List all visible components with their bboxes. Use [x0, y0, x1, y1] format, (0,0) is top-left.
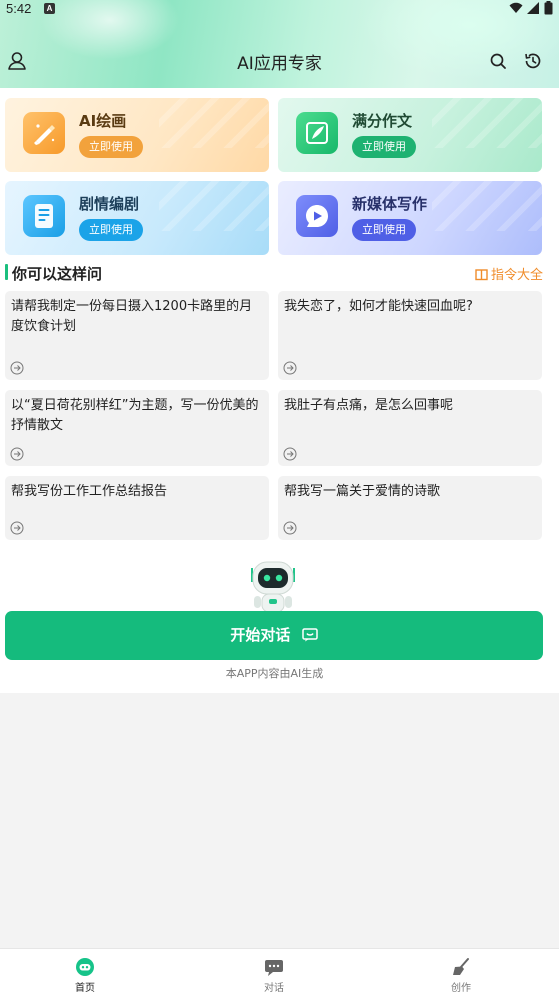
- card-decoration: [432, 98, 542, 148]
- command-list-label: 指令大全: [490, 268, 543, 283]
- bottom-nav: 首页 对话 创作: [0, 948, 559, 992]
- nav-label: 创作: [451, 983, 471, 992]
- command-list-link[interactable]: 指令大全: [475, 264, 543, 285]
- arrow-right-icon: [283, 521, 297, 535]
- arrow-right-icon: [10, 447, 24, 461]
- card-decoration: [159, 98, 269, 148]
- start-chat-label: 开始对话: [230, 626, 291, 644]
- arrow-right-icon: [283, 361, 297, 375]
- card-title: AI绘画: [79, 112, 127, 130]
- chat-bubble-icon: [301, 613, 318, 662]
- arrow-right-icon: [10, 361, 24, 375]
- prompt-card[interactable]: 以“夏日荷花别样红”为主题，写一份优美的抒情散文: [5, 390, 269, 466]
- signal-icon: [527, 2, 540, 14]
- ai-disclaimer: 本APP内容由AI生成: [225, 667, 324, 680]
- prompt-text: 帮我写一篇关于爱情的诗歌: [284, 484, 441, 499]
- nav-label: 对话: [264, 983, 284, 992]
- wifi-icon: [509, 2, 523, 13]
- prompt-card[interactable]: 我失恋了，如何才能快速回血呢?: [278, 291, 542, 380]
- nav-label: 首页: [75, 983, 95, 992]
- title-bar: AI应用专家: [0, 40, 559, 80]
- card-ai-drawing[interactable]: AI绘画 立即使用: [5, 98, 269, 172]
- broom-icon: [453, 958, 469, 975]
- card-title: 满分作文: [352, 112, 413, 130]
- section-accent-bar: [5, 264, 8, 280]
- section-title: 你可以这样问: [12, 265, 103, 283]
- use-now-button[interactable]: 立即使用: [352, 219, 416, 241]
- home-robot-icon: [76, 958, 94, 976]
- status-time: 5:42: [6, 1, 32, 16]
- video-chat-icon: [296, 195, 338, 237]
- history-icon[interactable]: [522, 50, 544, 72]
- start-chat-button[interactable]: 开始对话: [5, 611, 543, 660]
- prompt-card[interactable]: 请帮我制定一份每日摄入1200卡路里的月度饮食计划: [5, 291, 269, 380]
- card-title: 剧情编剧: [79, 195, 140, 213]
- arrow-right-icon: [283, 447, 297, 461]
- status-icons: [509, 1, 553, 16]
- battery-icon: [544, 1, 553, 15]
- chat-icon: [265, 960, 283, 976]
- page-title: AI应用专家: [237, 54, 322, 74]
- arrow-right-icon: [10, 521, 24, 535]
- prompt-text: 以“夏日荷花别样红”为主题，写一份优美的抒情散文: [11, 398, 259, 433]
- card-title: 新媒体写作: [352, 195, 428, 213]
- card-decoration: [432, 181, 542, 231]
- nav-item-home[interactable]: 首页: [55, 957, 115, 992]
- use-now-button[interactable]: 立即使用: [352, 136, 416, 158]
- card-full-score-essay[interactable]: 满分作文 立即使用: [278, 98, 542, 172]
- use-now-button[interactable]: 立即使用: [79, 219, 143, 241]
- card-new-media-writing[interactable]: 新媒体写作 立即使用: [278, 181, 542, 255]
- card-decoration: [159, 181, 269, 231]
- prompt-text: 请帮我制定一份每日摄入1200卡路里的月度饮食计划: [11, 299, 253, 334]
- prompt-card[interactable]: 帮我写一篇关于爱情的诗歌: [278, 476, 542, 540]
- search-icon[interactable]: [487, 50, 509, 72]
- status-bar: 5:42 A: [0, 0, 559, 20]
- nav-item-chat[interactable]: 对话: [244, 957, 304, 992]
- header: 5:42 A AI应用专家: [0, 0, 559, 88]
- notification-icon: A: [44, 3, 55, 14]
- card-plot-writing[interactable]: 剧情编剧 立即使用: [5, 181, 269, 255]
- prompt-text: 帮我写份工作工作总结报告: [11, 484, 168, 499]
- prompt-text: 我肚子有点痛，是怎么回事呢: [284, 398, 454, 413]
- quill-icon: [296, 112, 338, 154]
- nav-item-create[interactable]: 创作: [431, 957, 491, 992]
- use-now-button[interactable]: 立即使用: [79, 136, 143, 158]
- prompt-card[interactable]: 帮我写份工作工作总结报告: [5, 476, 269, 540]
- brush-icon: [23, 112, 65, 154]
- prompt-card[interactable]: 我肚子有点痛，是怎么回事呢: [278, 390, 542, 466]
- document-icon: [23, 195, 65, 237]
- prompt-text: 我失恋了，如何才能快速回血呢?: [284, 299, 473, 314]
- book-icon: [475, 268, 488, 285]
